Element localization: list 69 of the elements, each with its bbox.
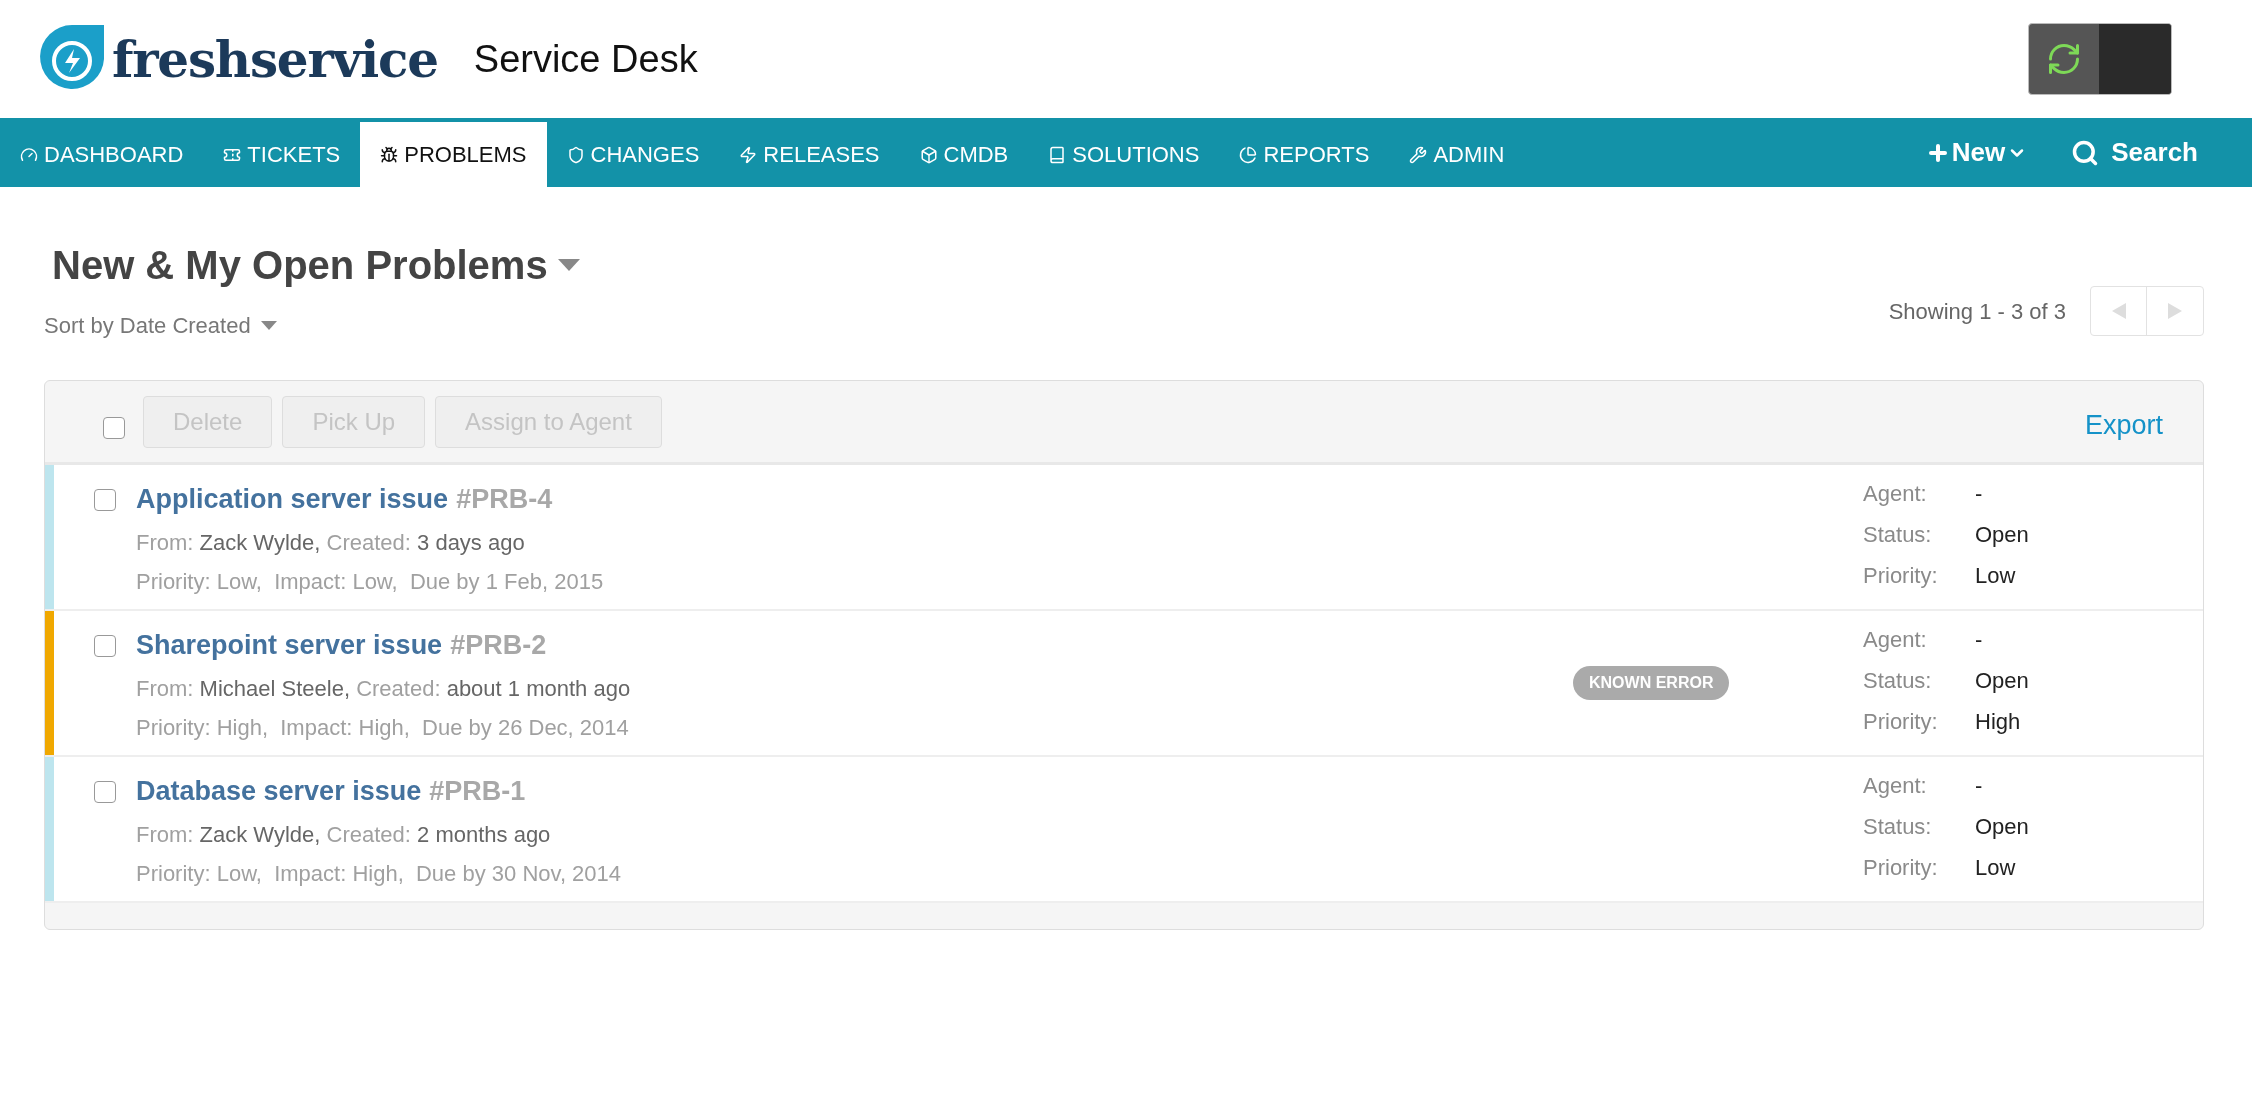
search-icon [2071, 138, 2100, 167]
problem-meta-line: From: Zack Wylde, Created: 2 months ago [136, 820, 552, 849]
next-icon [2168, 303, 2182, 319]
problem-meta-line: From: Michael Steele, Created: about 1 month ago [136, 674, 632, 703]
problem-row[interactable]: Database server issue #PRB-1 From: Zack Wylde, Created: 2 months ago Priority: Low, Impact: High, Due by 30 Nov, 2014 Agent: - Status: Open Priority: Low [45, 757, 2203, 903]
checkbox[interactable] [94, 635, 116, 657]
nav-tab-icon [566, 145, 585, 164]
problem-details-line: Priority: High, Impact: High, Due by 26 Dec, 2014 [136, 713, 630, 742]
problem-meta-line: From: Zack Wylde, Created: 3 days ago [136, 528, 526, 557]
brand-name: freshservice [112, 28, 438, 91]
app-title: Service Desk [473, 36, 698, 82]
nav-tab-icon [739, 145, 758, 164]
nav-tab[interactable]: PROBLEMS [360, 122, 547, 187]
nav-tab[interactable]: TICKETS [203, 122, 361, 187]
new-button[interactable]: New [1905, 118, 2048, 187]
field-label: Priority: [1863, 854, 1939, 882]
problem-title-link[interactable]: Sharepoint server issue [136, 625, 443, 666]
nav-tab[interactable]: CHANGES [546, 122, 720, 187]
field-value: - [1975, 772, 1984, 800]
previous-icon [2111, 303, 2126, 319]
field-value: Low [1975, 562, 2017, 590]
problem-row[interactable]: Application server issue #PRB-4 From: Zack Wylde, Created: 3 days ago Priority: Low, Impact: Low, Due by 1 Feb, 2015 Agent: - Status: Open Priority: Low [45, 465, 2203, 611]
problem-details-line: Priority: Low, Impact: Low, Due by 1 Feb, 2015 [136, 567, 605, 596]
field-label: Status: [1863, 813, 1933, 841]
field-value: Open [1975, 667, 2030, 695]
caret-icon [557, 259, 580, 271]
pagination-info: Showing 1 - 3 of 3 [1888, 297, 2066, 326]
refresh-icon[interactable] [2046, 41, 2082, 77]
problem-title-link[interactable]: Application server issue [136, 479, 449, 520]
checkbox[interactable] [94, 781, 116, 803]
problem-row[interactable]: Sharepoint server issue #PRB-2 From: Michael Steele, Created: about 1 month ago Priority: High, Impact: High, Due by 26 Dec, 2014 KNOWN ERROR Agent: - Status: Open Priority: High [45, 611, 2203, 757]
search-button[interactable]: Search [2047, 118, 2222, 187]
field-value: - [1975, 626, 1984, 654]
nav-tab-icon [1048, 145, 1067, 164]
nav-tab-icon [380, 145, 399, 164]
checkbox[interactable] [103, 416, 125, 439]
problem-id: #PRB-1 [429, 775, 526, 808]
field-label: Status: [1863, 521, 1933, 549]
nav-tab[interactable]: SOLUTIONS [1028, 122, 1220, 187]
nav-tab-icon [919, 145, 938, 164]
field-label: Priority: [1863, 562, 1939, 590]
problem-id: #PRB-4 [456, 483, 553, 516]
export-link[interactable]: Export [2084, 405, 2163, 446]
field-value: Open [1975, 813, 2030, 841]
field-label: Agent: [1863, 772, 1928, 800]
nav-tab-icon [1409, 145, 1428, 164]
caret-icon [260, 321, 277, 330]
field-value: High [1975, 708, 2022, 736]
problem-id: #PRB-2 [450, 629, 547, 662]
nav-tab-icon [20, 145, 38, 164]
field-label: Status: [1863, 667, 1933, 695]
nav-tab-icon [1239, 145, 1258, 164]
field-label: Agent: [1863, 626, 1928, 654]
nav-tab[interactable]: RELEASES [719, 122, 900, 187]
field-value: Low [1975, 854, 2017, 882]
field-value: Open [1975, 521, 2030, 549]
nav-tab[interactable]: DASHBOARD [0, 122, 204, 187]
checkbox[interactable] [94, 489, 116, 511]
field-label: Priority: [1863, 708, 1939, 736]
nav-tab[interactable]: CMDB [899, 122, 1029, 187]
problem-details-line: Priority: Low, Impact: High, Due by 30 Nov, 2014 [136, 859, 623, 888]
field-value: - [1975, 480, 1984, 508]
sort-dropdown[interactable]: Sort by Date Created [44, 309, 580, 342]
known-error-tag: KNOWN ERROR [1573, 666, 1730, 700]
problem-title-link[interactable]: Database server issue [136, 771, 422, 812]
field-label: Agent: [1863, 480, 1928, 508]
nav-tab[interactable]: REPORTS [1219, 122, 1390, 187]
view-title-dropdown[interactable]: New & My Open Problems [44, 235, 580, 295]
nav-tab[interactable]: ADMIN [1389, 122, 1525, 187]
